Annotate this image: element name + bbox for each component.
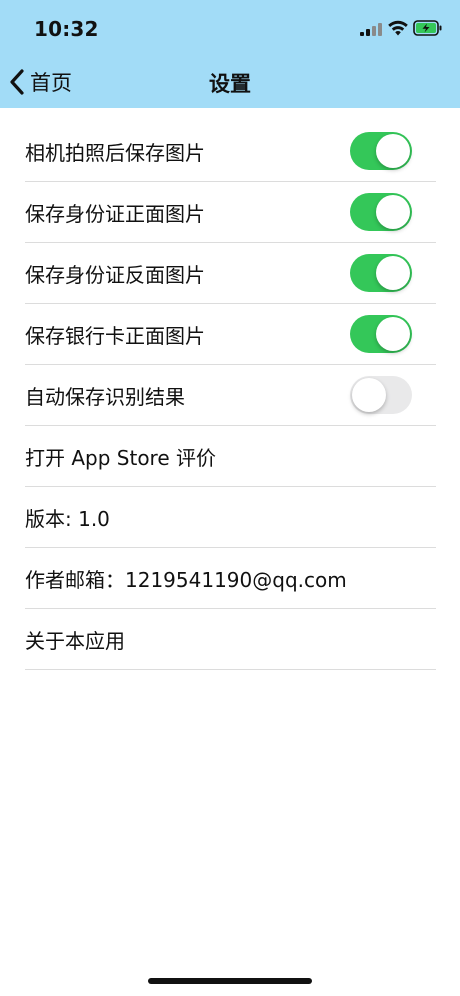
save-id-front-toggle[interactable]: [350, 193, 412, 231]
save-camera-photo-toggle[interactable]: [350, 132, 412, 170]
setting-label: 打开 App Store 评价: [25, 445, 217, 470]
version-label: 版本: 1.0: [25, 506, 110, 531]
setting-label: 关于本应用: [25, 628, 125, 653]
header-area: 10:32 首页 设置: [0, 0, 460, 108]
version-row: 版本: 1.0: [25, 487, 436, 548]
auto-save-result-toggle[interactable]: [350, 376, 412, 414]
author-email-row[interactable]: 作者邮箱：1219541190@qq.com: [25, 548, 436, 609]
setting-label: 自动保存识别结果: [25, 384, 185, 409]
home-indicator: [148, 978, 312, 984]
save-id-back-toggle[interactable]: [350, 254, 412, 292]
status-bar: 10:32: [0, 0, 460, 56]
toggle-knob: [376, 195, 410, 229]
setting-label: 相机拍照后保存图片: [25, 140, 205, 165]
app-store-review-row[interactable]: 打开 App Store 评价: [25, 426, 436, 487]
setting-label: 保存身份证反面图片: [25, 262, 205, 287]
setting-row-auto-save-result: 自动保存识别结果: [25, 365, 436, 426]
setting-label: 保存身份证正面图片: [25, 201, 205, 226]
toggle-knob: [376, 317, 410, 351]
navigation-bar: 首页 设置: [0, 56, 460, 108]
setting-row-save-id-front: 保存身份证正面图片: [25, 182, 436, 243]
author-email-label: 作者邮箱：1219541190@qq.com: [25, 567, 347, 592]
toggle-knob: [352, 378, 386, 412]
status-time: 10:32: [34, 17, 99, 41]
wifi-icon: [388, 20, 408, 36]
about-app-row[interactable]: 关于本应用: [25, 609, 436, 670]
toggle-knob: [376, 256, 410, 290]
settings-screen: 10:32 首页 设置 相机拍照后保存图片 保存身份证正面图片 保存身份证反面图…: [0, 0, 460, 996]
save-bank-card-toggle[interactable]: [350, 315, 412, 353]
battery-charging-icon: [413, 20, 442, 36]
setting-row-save-camera-photo: 相机拍照后保存图片: [25, 121, 436, 182]
setting-row-save-bank-card: 保存银行卡正面图片: [25, 304, 436, 365]
setting-row-save-id-back: 保存身份证反面图片: [25, 243, 436, 304]
toggle-knob: [376, 134, 410, 168]
settings-list: 相机拍照后保存图片 保存身份证正面图片 保存身份证反面图片 保存银行卡正面图片 …: [0, 121, 460, 670]
cellular-signal-icon: [360, 22, 382, 36]
page-title: 设置: [209, 72, 251, 96]
setting-label: 保存银行卡正面图片: [25, 323, 205, 348]
